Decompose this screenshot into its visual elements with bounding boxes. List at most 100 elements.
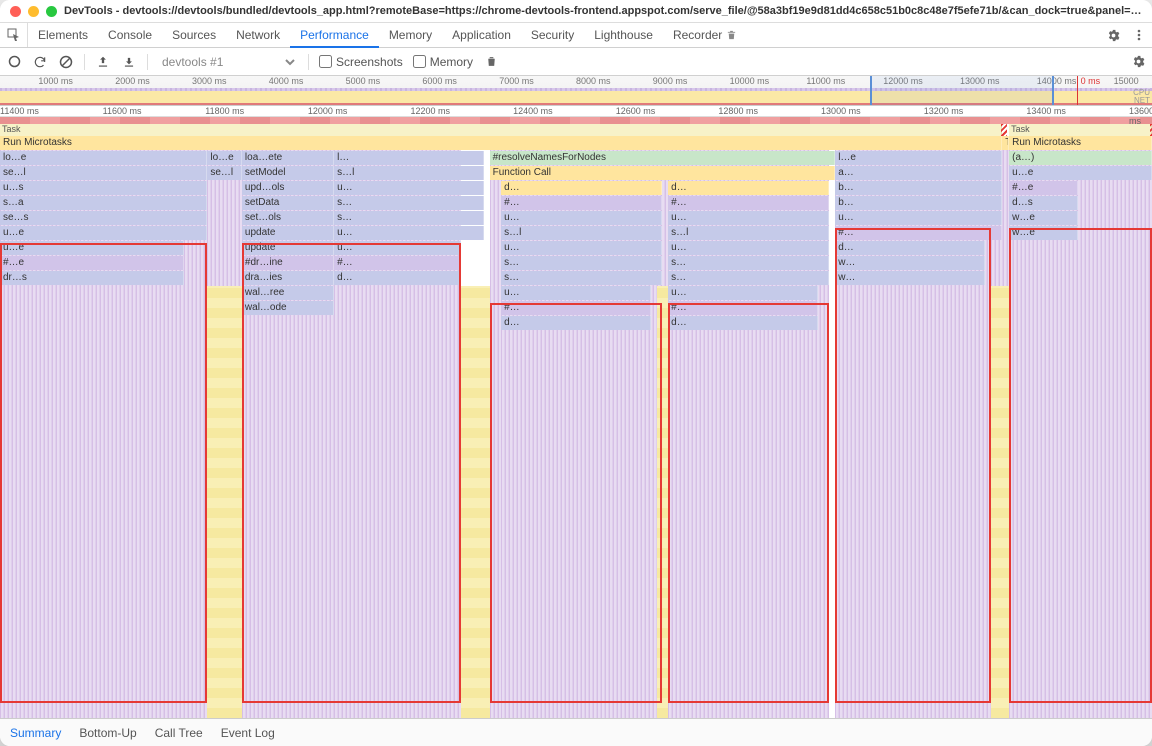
overview-selection[interactable] <box>870 76 1054 105</box>
flame-block[interactable]: #… <box>835 226 1002 240</box>
flame-block[interactable]: d… <box>668 181 829 195</box>
tab-lighthouse[interactable]: Lighthouse <box>584 23 663 47</box>
flame-block[interactable]: wal…ree <box>242 286 334 300</box>
flame-block[interactable]: w…e <box>1009 226 1078 240</box>
detail-tab-bottom-up[interactable]: Bottom-Up <box>79 726 136 740</box>
detail-tab-call-tree[interactable]: Call Tree <box>155 726 203 740</box>
task-block[interactable]: Task <box>0 124 1002 136</box>
flame-block[interactable]: w… <box>835 271 985 285</box>
flame-block[interactable]: #resolveNamesForNodes <box>490 151 836 165</box>
flame-block[interactable]: u…e <box>1009 166 1152 180</box>
flame-block[interactable]: u…s <box>0 181 207 195</box>
flame-block[interactable]: se…l <box>0 166 207 180</box>
flame-block[interactable]: #… <box>668 301 818 315</box>
flame-block[interactable]: setModel <box>242 166 334 180</box>
tab-elements[interactable]: Elements <box>28 23 98 47</box>
flame-block[interactable]: s… <box>501 271 662 285</box>
flame-block[interactable]: setData <box>242 196 334 210</box>
close-icon[interactable] <box>10 6 21 17</box>
flame-block[interactable]: w… <box>835 256 985 270</box>
tab-application[interactable]: Application <box>442 23 521 47</box>
flame-block[interactable]: u… <box>668 286 818 300</box>
flame-block[interactable]: Run Microtasks <box>1009 136 1152 150</box>
flame-block[interactable]: l… <box>334 151 484 165</box>
flame-block[interactable]: u… <box>668 241 829 255</box>
flame-block[interactable]: u…e <box>0 226 207 240</box>
flame-block[interactable]: #…e <box>1009 181 1078 195</box>
flame-block[interactable]: loa…ete <box>242 151 334 165</box>
flame-block[interactable]: se…s <box>0 211 207 225</box>
detail-tab-event-log[interactable]: Event Log <box>221 726 275 740</box>
flame-block[interactable]: s…l <box>334 166 484 180</box>
more-icon[interactable] <box>1126 23 1152 47</box>
screenshots-checkbox[interactable]: Screenshots <box>319 55 403 69</box>
flame-block[interactable]: s…a <box>0 196 207 210</box>
record-icon[interactable] <box>6 54 22 70</box>
tab-console[interactable]: Console <box>98 23 162 47</box>
task-block[interactable]: Task <box>1009 124 1152 136</box>
tab-sources[interactable]: Sources <box>162 23 226 47</box>
flame-block[interactable]: a… <box>835 166 1002 180</box>
flame-block[interactable]: #… <box>334 256 461 270</box>
flame-block[interactable]: d… <box>835 241 985 255</box>
flame-block[interactable]: (a…) <box>1009 151 1152 165</box>
profile-select[interactable]: devtools #1 <box>158 54 298 70</box>
flame-block[interactable]: s… <box>334 196 484 210</box>
flame-block[interactable]: s…l <box>501 226 662 240</box>
reload-icon[interactable] <box>32 54 48 70</box>
flame-block[interactable]: update <box>242 241 334 255</box>
flame-block[interactable]: u… <box>501 211 662 225</box>
flame-block[interactable]: d… <box>501 316 651 330</box>
memory-checkbox[interactable]: Memory <box>413 55 473 69</box>
flame-block[interactable]: u… <box>334 241 461 255</box>
flame-block[interactable]: s… <box>668 256 829 270</box>
flame-block[interactable]: set…ols <box>242 211 334 225</box>
tab-security[interactable]: Security <box>521 23 584 47</box>
minimize-icon[interactable] <box>28 6 39 17</box>
flame-block[interactable]: s… <box>501 256 662 270</box>
flame-block[interactable]: u… <box>835 211 1002 225</box>
flame-block[interactable]: u… <box>501 241 662 255</box>
flame-block[interactable]: d… <box>501 181 662 195</box>
download-icon[interactable] <box>121 54 137 70</box>
flame-block[interactable]: w…e <box>1009 211 1078 225</box>
flame-block[interactable]: se…l <box>207 166 242 180</box>
flame-chart[interactable]: Run MicrotasksTimer FiredRun Microtasksl… <box>0 136 1152 718</box>
flame-block[interactable]: dr…s <box>0 271 184 285</box>
upload-icon[interactable] <box>95 54 111 70</box>
tab-memory[interactable]: Memory <box>379 23 442 47</box>
toolbar-settings-icon[interactable] <box>1130 54 1146 70</box>
flame-block[interactable]: u…e <box>0 241 184 255</box>
detail-ruler-strip[interactable]: 11400 ms11600 ms11800 ms12000 ms12200 ms… <box>0 106 1152 124</box>
clear-icon[interactable] <box>58 54 74 70</box>
flame-block[interactable]: lo…e <box>0 151 207 165</box>
inspect-icon[interactable] <box>0 23 28 47</box>
flame-block[interactable]: u… <box>668 211 829 225</box>
task-strip[interactable]: Task Task <box>0 124 1152 136</box>
flame-block[interactable]: d…s <box>1009 196 1078 210</box>
flame-block[interactable]: d… <box>668 316 818 330</box>
flame-block[interactable]: #… <box>501 196 662 210</box>
flame-block[interactable]: b… <box>835 196 1002 210</box>
flame-block[interactable]: Function Call <box>490 166 836 180</box>
flame-block[interactable]: wal…ode <box>242 301 334 315</box>
flame-block[interactable]: #… <box>501 301 651 315</box>
flame-block[interactable]: u… <box>334 181 484 195</box>
flame-block[interactable]: #…e <box>0 256 184 270</box>
flame-block[interactable]: Run Microtasks <box>0 136 1002 150</box>
flame-block[interactable]: b… <box>835 181 1002 195</box>
tab-performance[interactable]: Performance <box>290 23 379 48</box>
flame-block[interactable]: #… <box>668 196 829 210</box>
flame-block[interactable]: upd…ols <box>242 181 334 195</box>
tab-recorder[interactable]: Recorder <box>663 23 747 47</box>
flame-block[interactable]: s… <box>334 211 484 225</box>
tab-network[interactable]: Network <box>226 23 290 47</box>
flame-block[interactable]: u… <box>501 286 651 300</box>
trash-icon[interactable] <box>483 54 499 70</box>
zoom-icon[interactable] <box>46 6 57 17</box>
flame-block[interactable]: lo…e <box>207 151 242 165</box>
flame-block[interactable]: update <box>242 226 334 240</box>
flame-block[interactable]: l…e <box>835 151 1002 165</box>
flame-block[interactable]: u… <box>334 226 484 240</box>
flame-block[interactable]: dra…ies <box>242 271 334 285</box>
